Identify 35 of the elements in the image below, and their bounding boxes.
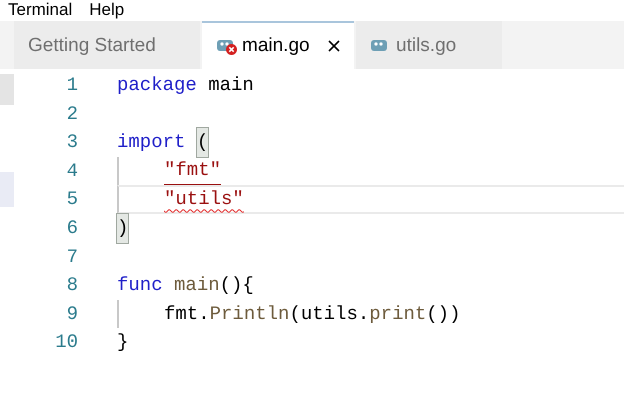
menu-item[interactable]: Help: [89, 0, 124, 18]
code-token: (){: [220, 273, 254, 298]
line-number: 10: [54, 330, 78, 356]
code-token: print: [369, 302, 426, 327]
gopher-icon: [370, 39, 388, 53]
line-number: 1: [66, 73, 78, 98]
code-token: main: [207, 73, 254, 98]
editor-tab[interactable]: utils.go: [356, 21, 502, 69]
code-token: package: [117, 73, 197, 98]
code-token: (utils.: [289, 302, 370, 327]
menu-item[interactable]: Terminal: [8, 0, 72, 18]
line-number: 5: [66, 187, 78, 212]
code-token: fmt.: [164, 302, 210, 327]
code-token: func: [117, 273, 164, 298]
line-number: 8: [66, 273, 78, 298]
code-token: main: [174, 273, 220, 298]
code-token: "utils": [164, 187, 244, 212]
code-token: import: [117, 130, 186, 156]
matched-bracket: (: [196, 128, 208, 157]
code-token: "fmt": [164, 156, 222, 186]
editor-tab[interactable]: Getting Started: [14, 21, 200, 69]
close-icon[interactable]: [328, 40, 340, 52]
code-token: Println: [210, 302, 290, 327]
line-number: 9: [66, 302, 78, 327]
line-number: 6: [66, 216, 78, 242]
code-token: ()): [426, 302, 460, 327]
line-number: 3: [66, 130, 78, 156]
matched-bracket: ): [117, 214, 128, 243]
line-number: 2: [66, 102, 78, 127]
line-number: 7: [66, 244, 78, 270]
overview-marker: [0, 74, 14, 105]
error-icon: [226, 44, 237, 55]
line-number: 4: [66, 158, 78, 184]
editor-tab[interactable]: main.go: [202, 21, 354, 69]
code-token: }: [117, 330, 128, 356]
